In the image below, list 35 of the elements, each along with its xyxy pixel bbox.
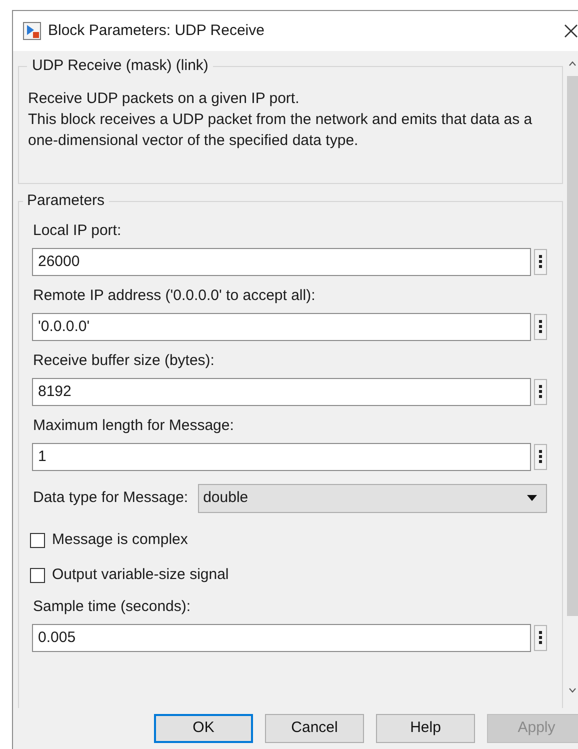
input-field[interactable]: 26000 (32, 248, 531, 276)
group-title: UDP Receive (mask) (link) (31, 56, 210, 76)
description-text: This block receives a UDP packet from the network and emits that data as a one-dimensional vector of the specified data type. (28, 110, 534, 150)
more-options-icon[interactable] (534, 444, 547, 470)
caret-icon (527, 495, 537, 501)
more-options-icon[interactable] (534, 248, 547, 274)
input-field[interactable]: 1 (32, 442, 531, 470)
field-label: Sample time (seconds): (33, 596, 192, 616)
checkbox-label[interactable]: Message is complex (52, 528, 188, 552)
input-field[interactable]: 0.005 (32, 624, 531, 652)
checkbox[interactable] (30, 568, 45, 582)
scroll-down-icon[interactable] (569, 688, 576, 693)
dialog-button[interactable]: Cancel (265, 714, 364, 743)
group-title: Parameters (26, 191, 106, 211)
dialog-button[interactable]: OK (154, 714, 253, 743)
more-options-icon[interactable] (534, 378, 547, 404)
field-label: Remote IP address ('0.0.0.0' to accept all): (33, 286, 316, 306)
window-title: Block Parameters: UDP Receive (48, 20, 264, 41)
close-icon[interactable] (564, 24, 578, 38)
field-label: Receive buffer size (bytes): (33, 350, 216, 370)
scroll-up-icon[interactable] (569, 61, 576, 66)
scrollbar-thumb[interactable] (567, 76, 578, 616)
checkbox[interactable] (30, 532, 45, 548)
field-label: Maximum length for Message: (33, 416, 235, 436)
dropdown[interactable]: double (198, 484, 547, 512)
block-icon (23, 22, 41, 40)
input-field[interactable]: 8192 (32, 378, 531, 406)
field-label: Data type for Message: (33, 488, 188, 508)
dialog-button[interactable]: Help (376, 714, 475, 743)
description-text: Receive UDP packets on a given IP port. (28, 88, 300, 108)
more-options-icon[interactable] (534, 624, 547, 650)
more-options-icon[interactable] (534, 314, 547, 340)
input-field[interactable]: '0.0.0.0' (32, 312, 531, 340)
field-label: Local IP port: (33, 220, 122, 240)
checkbox-label[interactable]: Output variable-size signal (52, 564, 229, 586)
